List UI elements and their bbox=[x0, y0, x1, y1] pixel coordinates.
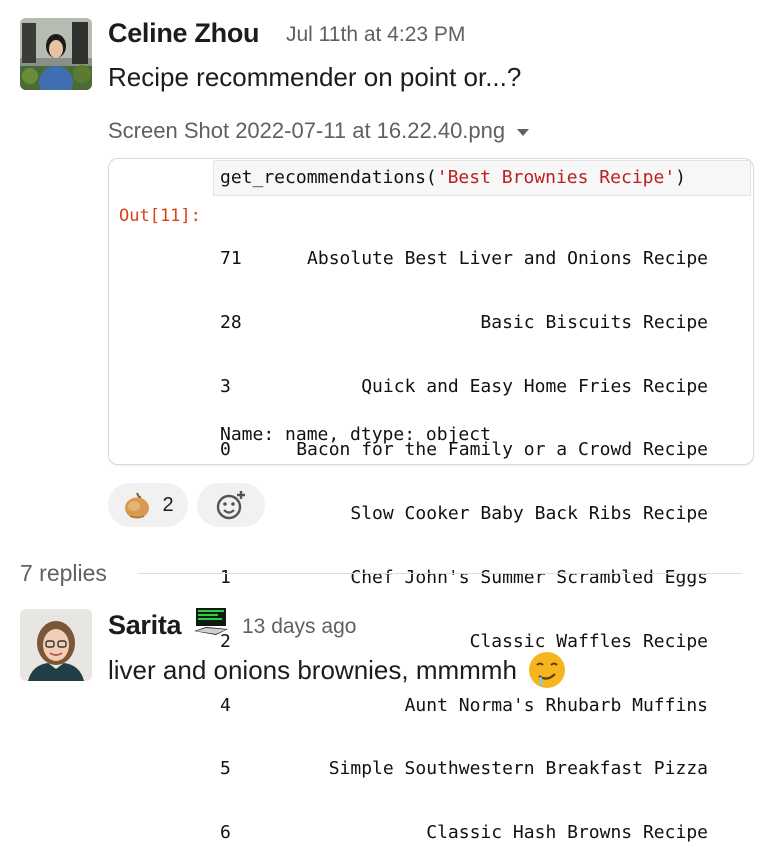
output-row: 6 Classic Hash Browns Recipe bbox=[220, 822, 708, 844]
avatar[interactable] bbox=[20, 18, 92, 90]
avatar[interactable] bbox=[20, 609, 92, 681]
reply-timestamp[interactable]: 13 days ago bbox=[242, 610, 356, 644]
output-row: 71 Absolute Best Liver and Onions Recipe bbox=[220, 248, 708, 269]
output-row: 28 Basic Biscuits Recipe bbox=[220, 311, 708, 333]
reply-text-row: liver and onions brownies, mmmmh bbox=[108, 650, 567, 690]
author-name[interactable]: Celine Zhou bbox=[108, 16, 260, 50]
output-row: 5 Simple Southwestern Breakfast Pizza bbox=[220, 758, 708, 780]
notebook-input-code: get_recommendations('Best Brownies Recip… bbox=[220, 167, 687, 188]
notebook-output-footer: Name: name, dtype: object bbox=[220, 424, 491, 445]
drooling-face-icon bbox=[527, 650, 567, 690]
message-timestamp[interactable]: Jul 11th at 4:23 PM bbox=[286, 18, 465, 52]
output-row: 1 Chef John's Summer Scrambled Eggs bbox=[220, 566, 708, 588]
message-text: Recipe recommender on point or...? bbox=[108, 62, 522, 92]
onion-icon bbox=[122, 490, 152, 520]
attachment-title[interactable]: Screen Shot 2022-07-11 at 16.22.40.png bbox=[108, 116, 530, 146]
author-name[interactable]: Sarita bbox=[108, 608, 182, 642]
add-reaction-button[interactable] bbox=[197, 483, 265, 527]
reaction-count: 2 bbox=[162, 493, 174, 516]
output-row: 118Slow Cooker Baby Back Ribs Recipe bbox=[220, 503, 708, 525]
thread-divider bbox=[138, 573, 742, 574]
add-reaction-icon bbox=[214, 488, 248, 522]
attachment-filename: Screen Shot 2022-07-11 at 16.22.40.png bbox=[108, 118, 506, 143]
output-row: 3 Quick and Easy Home Fries Recipe bbox=[220, 375, 708, 397]
reply-text: liver and onions brownies, mmmmh bbox=[108, 655, 517, 685]
computer-icon bbox=[194, 607, 228, 637]
notebook-output: 71 Absolute Best Liver and Onions Recipe … bbox=[220, 206, 708, 865]
thread-replies-label[interactable]: 7 replies bbox=[20, 558, 107, 588]
reaction-onion[interactable]: 2 bbox=[108, 483, 188, 527]
notebook-output-label: Out[11]: bbox=[119, 206, 201, 226]
chevron-down-icon[interactable] bbox=[517, 129, 530, 136]
output-row: 4 Aunt Norma's Rhubarb Muffins bbox=[220, 694, 708, 716]
